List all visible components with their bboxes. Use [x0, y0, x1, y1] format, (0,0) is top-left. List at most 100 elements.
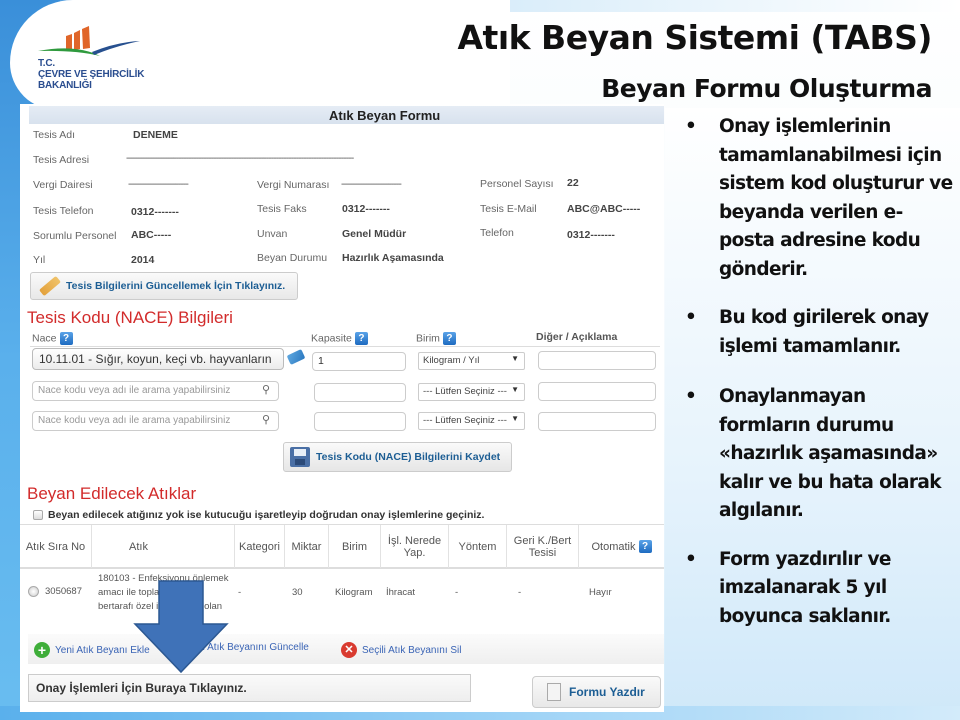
label-vergi-numarasi: Vergi Numarası: [257, 179, 330, 191]
value-vergi-dairesi: ------------------------: [128, 178, 189, 190]
pencil-icon: [39, 275, 61, 297]
label-personel-sayisi: Personel Sayısı: [480, 178, 554, 190]
plus-icon: +: [34, 642, 50, 658]
birim-select-value: --- Lütfen Seçiniz ---: [423, 415, 507, 426]
kapasite-input-row-2[interactable]: [314, 383, 406, 402]
column-header-miktar: Miktar: [285, 525, 329, 568]
label-vergi-dairesi: Vergi Dairesi: [33, 179, 93, 191]
cell-islem-yeri: İhracat: [386, 587, 416, 598]
birim-select-value: --- Lütfen Seçiniz ---: [423, 386, 507, 397]
nace-header-divider: [30, 346, 660, 347]
save-nace-button[interactable]: Tesis Kodu (NACE) Bilgilerini Kaydet: [283, 442, 512, 472]
no-waste-checkbox[interactable]: [33, 510, 43, 520]
diger-input-row-2[interactable]: [538, 382, 656, 401]
birim-select-row-1[interactable]: Kilogram / Yıl ▼: [418, 352, 525, 370]
help-icon[interactable]: ?: [354, 332, 368, 345]
approval-bar[interactable]: Onay İşlemleri İçin Buraya Tıklayınız.: [28, 674, 471, 702]
logo-line-3: BAKANLIĞI: [38, 80, 92, 91]
cell-birim: Kilogram: [335, 587, 373, 598]
help-icon[interactable]: ?: [442, 332, 456, 345]
eraser-icon[interactable]: [286, 349, 306, 365]
bullet-item: • Onay işlemlerinin tamamlanabilmesi içi…: [683, 113, 953, 284]
label-sorumlu-personel: Sorumlu Personel: [33, 230, 117, 242]
nace-column-header: Nace?: [32, 332, 73, 345]
form-title: Atık Beyan Formu: [329, 108, 441, 123]
no-waste-checkbox-label: Beyan edilecek atığınız yok ise kutucuğu…: [48, 509, 485, 521]
bullet-item: • Form yazdırılır ve imzalanarak 5 yıl b…: [683, 546, 953, 632]
value-tesis-adi: DENEME: [133, 129, 178, 141]
bullet-item: • Bu kod girilerek onay işlemi tamamlanı…: [683, 304, 953, 361]
value-sorumlu-personel: ABC-----: [131, 229, 172, 241]
update-facility-button[interactable]: Tesis Bilgilerini Güncellemek İçin Tıkla…: [30, 272, 298, 300]
print-form-button[interactable]: Formu Yazdır: [532, 676, 661, 708]
label-yil: Yıl: [33, 254, 46, 266]
cell-sira-no: 3050687: [45, 586, 82, 597]
bullet-dot: •: [685, 548, 697, 570]
column-header-islem-yeri: İşl. Nerede Yap.: [381, 525, 449, 568]
update-facility-label: Tesis Bilgilerini Güncellemek İçin Tıkla…: [66, 280, 286, 292]
document-icon: [547, 683, 561, 701]
waste-section-title: Beyan Edilecek Atıklar: [27, 484, 197, 503]
label-telefon: Telefon: [480, 227, 514, 239]
delete-waste-label: Seçili Atık Beyanını Sil: [362, 644, 462, 656]
cell-tesis: -: [518, 587, 522, 598]
value-tesis-adresi: ----------------------------------------…: [126, 152, 354, 164]
column-header-otomatik: Otomatik?: [579, 525, 664, 568]
ministry-logo: T.C. ÇEVRE VE ŞEHİRCİLİK BAKANLIĞI: [36, 24, 156, 94]
birim-select-value: Kilogram / Yıl: [423, 355, 480, 366]
birim-select-row-2[interactable]: --- Lütfen Seçiniz --- ▼: [418, 383, 525, 401]
down-arrow-annotation-icon: [133, 580, 229, 674]
logo-line-2: ÇEVRE VE ŞEHİRCİLİK: [38, 69, 145, 80]
nace-search-row-3[interactable]: Nace kodu veya adı ile arama yapabilirsi…: [32, 411, 279, 431]
search-icon[interactable]: ⚲: [262, 383, 270, 396]
delete-waste-button[interactable]: ✕ Seçili Atık Beyanını Sil: [341, 642, 462, 658]
waste-row-radio[interactable]: [28, 586, 39, 597]
column-header-tesis: Geri K./Bert Tesisi: [507, 525, 579, 568]
value-personel-sayisi: 22: [567, 177, 579, 189]
cell-miktar: 30: [292, 587, 303, 598]
birim-select-row-3[interactable]: --- Lütfen Seçiniz --- ▼: [418, 412, 525, 430]
save-nace-label: Tesis Kodu (NACE) Bilgilerini Kaydet: [316, 451, 501, 463]
select-arrow-icon: ▼: [511, 414, 519, 423]
bullet-item: • Onaylanmayan formların durumu «hazırlı…: [683, 383, 953, 526]
kapasite-input-row-3[interactable]: [314, 412, 406, 431]
kapasite-input-row-1[interactable]: 1: [312, 352, 406, 371]
value-beyan-durumu: Hazırlık Aşamasında: [342, 252, 444, 264]
help-icon[interactable]: ?: [59, 332, 73, 345]
value-tesis-telefon: 0312-------: [131, 206, 179, 218]
column-header-yontem: Yöntem: [449, 525, 507, 568]
cell-otomatik: Hayır: [589, 587, 612, 598]
value-unvan: Genel Müdür: [342, 228, 407, 240]
label-tesis-adresi: Tesis Adresi: [33, 154, 90, 166]
bullet-dot: •: [685, 307, 697, 328]
value-yil: 2014: [131, 254, 155, 266]
value-vergi-numarasi: ------------------------: [341, 178, 402, 190]
form-header: Atık Beyan Formu: [29, 106, 664, 124]
nace-search-row-2[interactable]: Nace kodu veya adı ile arama yapabilirsi…: [32, 381, 279, 401]
select-arrow-icon: ▼: [511, 385, 519, 394]
bullet-text: Form yazdırılır ve imzalanarak 5 yıl boy…: [719, 548, 891, 627]
bullet-list: • Onay işlemlerinin tamamlanabilmesi içi…: [683, 113, 953, 651]
form-screenshot: Atık Beyan Formu Tesis Adı DENEME Tesis …: [20, 104, 664, 712]
birim-column-label: Birim: [416, 332, 440, 345]
label-beyan-durumu: Beyan Durumu: [257, 252, 328, 264]
nace-search-placeholder: Nace kodu veya adı ile arama yapabilirsi…: [38, 385, 231, 396]
ministry-logo-icon: [38, 26, 140, 56]
bullet-text: Onay işlemlerinin tamamlanabilmesi için …: [719, 116, 953, 280]
waste-table-header: Atık Sıra No Atık Kategori Miktar Birim …: [20, 524, 664, 569]
label-tesis-faks: Tesis Faks: [257, 203, 307, 215]
label-tesis-telefon: Tesis Telefon: [33, 205, 94, 217]
nace-section-title: Tesis Kodu (NACE) Bilgileri: [27, 308, 233, 327]
nace-select-row-1[interactable]: 10.11.01 - Sığır, koyun, keçi vb. hayvan…: [32, 348, 284, 370]
logo-line-1: T.C.: [38, 58, 55, 69]
value-telefon: 0312-------: [567, 229, 615, 241]
diger-column-header: Diğer / Açıklama: [536, 331, 618, 343]
cell-yontem: -: [455, 587, 459, 598]
help-icon[interactable]: ?: [638, 540, 652, 553]
column-header-atik: Atık: [92, 525, 235, 568]
search-icon[interactable]: ⚲: [262, 413, 270, 426]
diger-input-row-1[interactable]: [538, 351, 656, 370]
diger-input-row-3[interactable]: [538, 412, 656, 431]
kapasite-column-label: Kapasite: [311, 332, 352, 345]
delete-icon: ✕: [341, 642, 357, 658]
